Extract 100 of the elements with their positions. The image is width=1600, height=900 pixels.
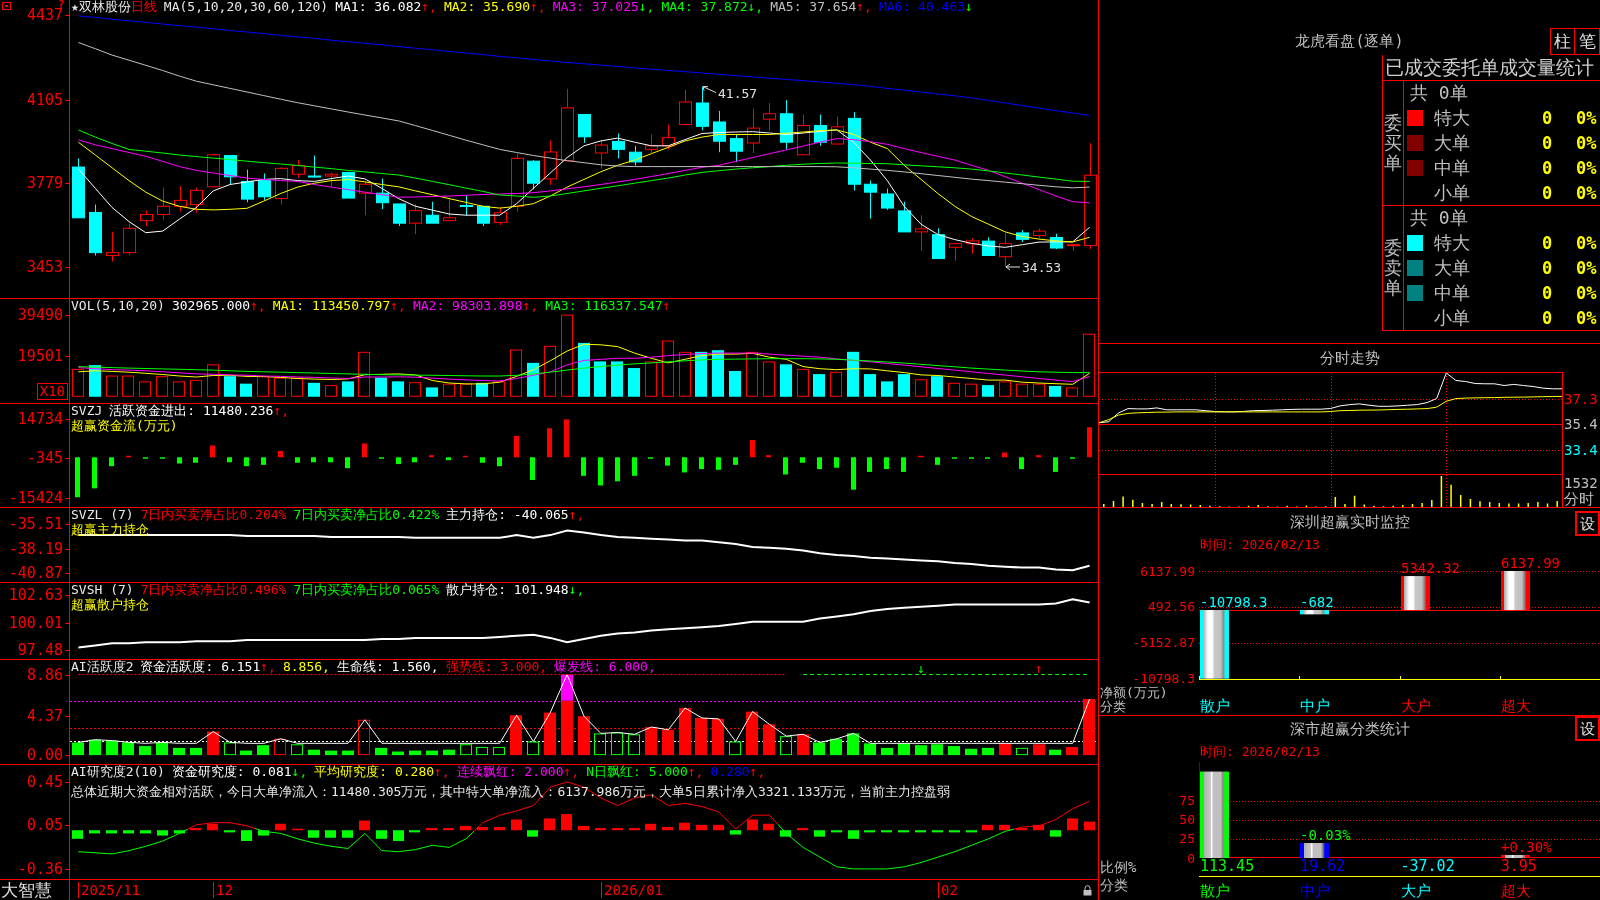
order-share: 0% [1576, 107, 1597, 128]
candlestick [797, 114, 810, 156]
axis-label: -15424 [8, 490, 63, 505]
axis-label: 35.4 [1564, 416, 1598, 432]
trend-arrow: ↑, [856, 0, 872, 14]
candlestick [325, 171, 338, 188]
value-label: -10798.3 [1200, 594, 1268, 611]
category-label: 大户 [1400, 697, 1431, 715]
value-label: -682 [1300, 594, 1334, 611]
view-toggle-button[interactable]: 柱 [1550, 28, 1575, 55]
legend-item: 0.280 [710, 765, 750, 779]
candlestick [932, 227, 945, 260]
category-label: 中户 [1300, 882, 1331, 900]
trend-arrow: ↑, [273, 404, 290, 418]
legend-item: 生命线: 1.560, [336, 660, 439, 674]
axis-label: 75 [1179, 794, 1195, 808]
trend-arrow: ↑ [662, 299, 671, 313]
candlestick [393, 203, 406, 227]
axis-label: -0.36 [17, 861, 63, 876]
axis-label: 100.01 [8, 615, 63, 630]
price-label: 34.53 [1022, 260, 1062, 275]
trend-arrow: ↑, [260, 660, 276, 674]
indicator-title: VOL(5,10,20) [71, 299, 165, 313]
order-count: 0 [1540, 157, 1554, 178]
legend-item: MA1: 36.082 [335, 0, 422, 14]
value-label: 6137.99 [1501, 555, 1560, 571]
candlestick [747, 107, 760, 154]
legend-item: 7日内买卖净占比0.065% [293, 583, 440, 597]
view-toggle-button[interactable]: 笔 [1574, 28, 1600, 55]
order-count: 0 [1540, 232, 1554, 253]
order-count: 0 [1540, 107, 1554, 128]
axis-label: 14734 [17, 411, 63, 426]
app-brand: 大智慧 [0, 880, 52, 900]
panel-title: 龙虎看盘(逐单) [1295, 32, 1404, 51]
question-mark[interactable]: ? [58, 0, 65, 10]
axis-label: 8.86 [26, 667, 63, 682]
indicator-subtitle: 超赢资金流(万元) [71, 418, 178, 433]
indicator-title: SVSH (7) [71, 583, 134, 597]
category-label: 大户 [1400, 882, 1431, 900]
panel-title: 分时走势 [1319, 348, 1380, 368]
order-share: 0% [1576, 257, 1597, 278]
arrow-icon [1005, 263, 1021, 271]
axis-label: 4437 [26, 7, 63, 22]
legend-item: MA2: 98303.898 [412, 299, 523, 313]
legend-item: 强势线: 3.000, [445, 660, 548, 674]
table-title: 已成交委托单成交量统计 [1385, 56, 1594, 78]
candlestick [477, 205, 490, 227]
order-share: 0% [1576, 307, 1597, 328]
axis-label: 4105 [26, 92, 63, 107]
date-label: 2026/01 [601, 882, 663, 898]
candlestick [544, 139, 557, 186]
axis-label: 39490 [17, 307, 63, 322]
candlestick [308, 155, 321, 179]
square-icon[interactable] [2, 2, 11, 10]
order-size-label: 特大 [1434, 105, 1471, 130]
axis-label: 50 [1179, 813, 1195, 827]
date-label: 2025/11 [78, 882, 140, 898]
legend-item: 302965.000 [171, 299, 251, 313]
legend-item: 资金活跃度: 6.151 [140, 660, 261, 674]
settings-button[interactable]: 设 [1575, 511, 1600, 536]
value-label: 3.95 [1500, 857, 1537, 875]
signal-arrow: ↓ [917, 661, 925, 676]
order-count: 0 [1540, 257, 1554, 278]
legend-item: 爆发线: 6.000, [554, 660, 656, 674]
order-size-label: 大单 [1434, 255, 1471, 280]
legend-item: MA1: 113450.797 [272, 299, 391, 313]
candlestick [494, 206, 507, 226]
candlestick [1033, 228, 1046, 239]
axis-label: -35.51 [8, 517, 63, 532]
category-label: 中户 [1300, 697, 1331, 715]
candlestick [966, 237, 979, 255]
axis-label: 0.00 [26, 748, 63, 763]
category-label: 超大 [1500, 882, 1531, 900]
axis-label: -5152.87 [1132, 636, 1195, 650]
trend-arrow: ↓, [638, 0, 655, 14]
candlestick [982, 236, 995, 256]
value-label: -37.02 [1400, 857, 1455, 875]
candlestick [763, 102, 776, 132]
candlestick [106, 231, 119, 263]
legend-item: N日飘红: 5.000 [586, 765, 688, 779]
trend-arrow: ↑, [434, 765, 450, 779]
legend-item: 连续飘红: 2.000 [456, 765, 564, 779]
category-label: 散户 [1200, 697, 1230, 715]
candlestick [426, 201, 439, 224]
candlestick [258, 173, 271, 201]
candlestick [915, 214, 928, 252]
candlestick [174, 185, 187, 213]
trend-arrow: ↑, [390, 299, 406, 313]
indicator-subtitle: 超赢散户持仓 [71, 597, 149, 612]
legend-item: 7日内买卖净占比0.496% [140, 583, 287, 597]
order-count: 0 [1540, 132, 1554, 153]
settings-button[interactable]: 设 [1575, 716, 1600, 741]
change-label: +0.30% [1501, 839, 1552, 855]
candlestick [292, 159, 305, 179]
panel-title: 深圳超赢实时监控 [1289, 512, 1410, 532]
order-share: 0% [1576, 232, 1597, 253]
order-size-label: 大单 [1434, 130, 1471, 155]
indicator-title: AI研究度2(10) [71, 765, 165, 779]
indicator-title: ★双林股份 [71, 0, 131, 14]
axis-label: -10798.3 [1132, 672, 1195, 686]
